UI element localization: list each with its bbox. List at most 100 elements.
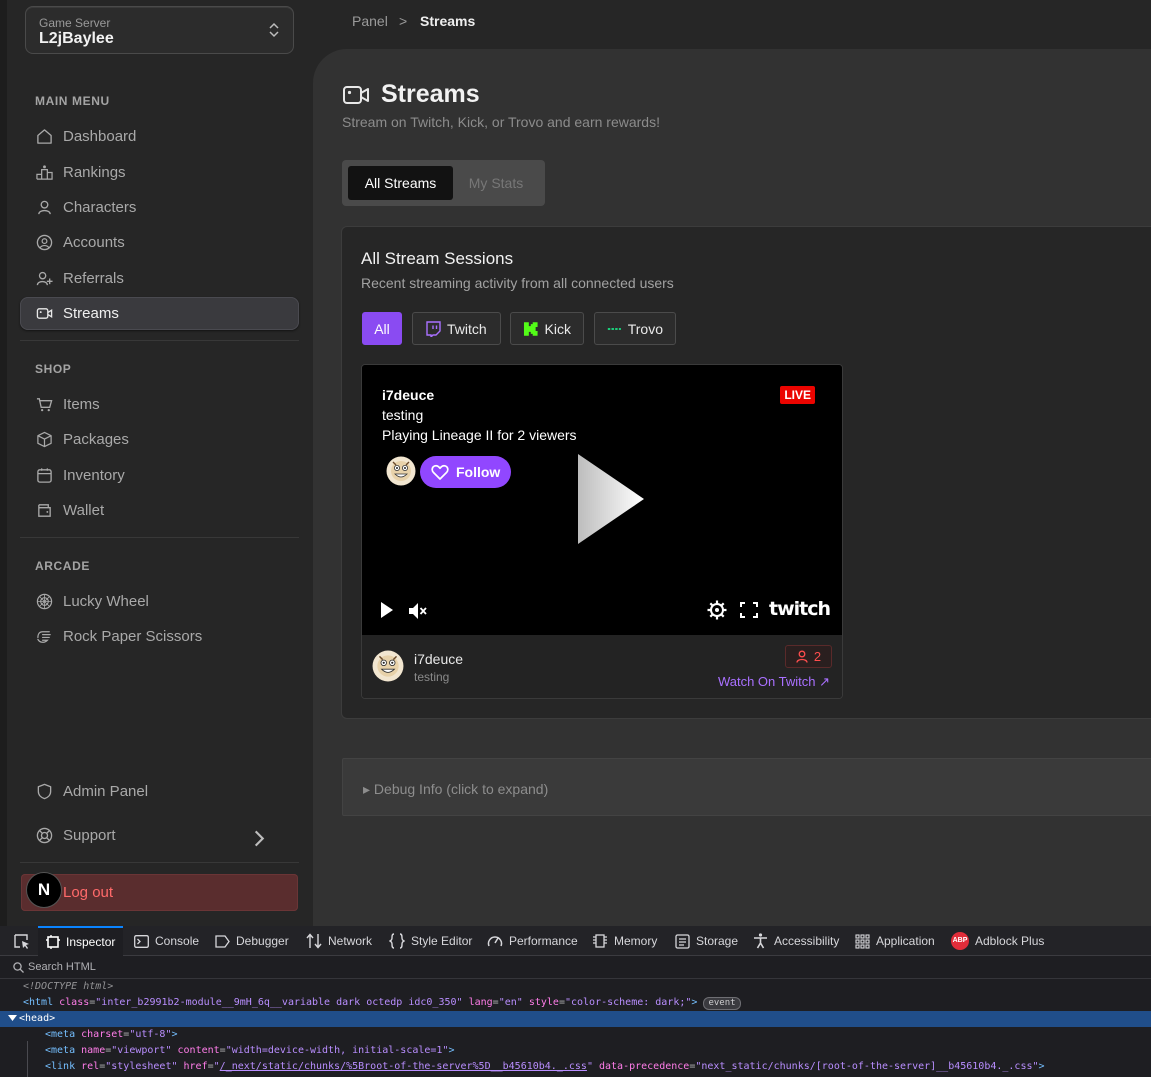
server-selector[interactable]: Game Server L2jBaylee <box>25 6 294 54</box>
watch-on-twitch-link[interactable]: Watch On Twitch ↗ <box>718 674 830 690</box>
filter-twitch-button[interactable]: Twitch <box>412 312 501 345</box>
sidebar-item-packages[interactable]: Packages <box>20 423 299 456</box>
devtools-tab-console[interactable]: Console <box>134 926 199 956</box>
attr-value: "width=device-width, initial-scale=1" <box>225 1045 449 1056</box>
devtools-tab-debugger[interactable]: Debugger <box>215 926 289 956</box>
sidebar-item-wallet[interactable]: Wallet <box>20 494 299 527</box>
chevron-up-down-icon <box>269 22 279 38</box>
play-large-icon[interactable] <box>576 452 646 546</box>
trovo-icon <box>607 327 621 330</box>
dom-node-link-stylesheet[interactable]: <link rel="stylesheet" href="/_next/stat… <box>0 1059 1151 1075</box>
sidebar-item-rock-paper-scissors[interactable]: Rock Paper Scissors <box>20 620 299 653</box>
video-icon <box>343 86 369 104</box>
style-editor-icon <box>389 933 405 949</box>
console-icon <box>134 934 149 948</box>
mute-icon[interactable] <box>408 602 428 620</box>
dom-node-html[interactable]: <html class="inter_b2991b2-module__9mH_6… <box>0 995 1151 1011</box>
sidebar-item-items[interactable]: Items <box>20 388 299 421</box>
sidebar-item-characters[interactable]: Characters <box>20 191 299 224</box>
divider <box>20 862 299 863</box>
network-icon <box>306 933 322 949</box>
divider <box>20 340 299 341</box>
filter-all-button[interactable]: All <box>362 312 402 345</box>
devtools-tab-accessibility[interactable]: Accessibility <box>753 926 839 956</box>
tab-my-stats[interactable]: My Stats <box>453 166 539 200</box>
stylesheet-link[interactable]: /_next/static/chunks/%5Broot-of-the-serv… <box>220 1061 587 1072</box>
filter-kick-button[interactable]: Kick <box>510 312 584 345</box>
streamer-avatar <box>372 650 404 682</box>
viewer-count: 2 <box>813 649 822 664</box>
attr-value: "stylesheet" <box>105 1061 178 1072</box>
sidebar-item-inventory[interactable]: Inventory <box>20 459 299 492</box>
stream-title: testing <box>414 670 450 684</box>
devtools-tab-network[interactable]: Network <box>306 926 372 956</box>
twitch-embed-player[interactable]: i7deuce testing Playing Lineage II for 2… <box>362 365 842 635</box>
devtools-tab-application[interactable]: Application <box>855 926 935 956</box>
card-title: All Stream Sessions <box>361 249 514 268</box>
event-badge[interactable]: event <box>703 997 741 1010</box>
follow-button[interactable]: Follow <box>420 456 511 488</box>
server-name: L2jBaylee <box>39 30 114 47</box>
sidebar-item-accounts[interactable]: Accounts <box>20 226 299 259</box>
storage-icon <box>675 933 690 949</box>
sidebar-item-label: Rock Paper Scissors <box>63 628 203 645</box>
devtools-tab-adblock-plus[interactable]: ABP Adblock Plus <box>951 926 1044 956</box>
dom-node-doctype[interactable]: <!DOCTYPE html> <box>0 979 1151 995</box>
attr-name: name <box>81 1045 106 1056</box>
fullscreen-icon[interactable] <box>740 602 758 618</box>
search-html-field[interactable]: Search HTML <box>0 957 1151 979</box>
element-picker-icon[interactable] <box>14 934 30 949</box>
hand-icon <box>37 631 51 643</box>
settings-gear-icon[interactable] <box>707 600 727 620</box>
sidebar-item-streams[interactable]: Streams <box>20 297 299 330</box>
search-icon <box>13 962 24 973</box>
devtools-tab-storage[interactable]: Storage <box>675 926 738 956</box>
devtools-tab-memory[interactable]: Memory <box>592 926 657 956</box>
sidebar-item-admin-panel[interactable]: Admin Panel <box>20 775 299 808</box>
debug-info-toggle[interactable]: ▸ Debug Info (click to expand) <box>342 758 1151 816</box>
tab-label: Console <box>155 934 200 948</box>
divider <box>20 537 299 538</box>
tab-label: Accessibility <box>774 934 840 948</box>
chevron-right-icon <box>254 830 265 847</box>
play-icon[interactable] <box>380 601 394 619</box>
dom-node-meta-viewport[interactable]: <meta name="viewport" content="width=dev… <box>0 1043 1151 1059</box>
adblock-plus-icon: ABP <box>951 932 969 950</box>
devtools-tab-inspector[interactable]: Inspector <box>38 926 124 956</box>
tab-label: Inspector <box>66 935 116 949</box>
tab-label: Debugger <box>236 934 289 948</box>
dom-node-meta-charset[interactable]: <meta charset="utf-8"> <box>0 1027 1151 1043</box>
section-main-menu: MAIN MENU <box>35 94 110 108</box>
attr-name: href <box>183 1061 208 1072</box>
view-tabs: All Streams My Stats <box>342 160 545 206</box>
devtools-tab-style-editor[interactable]: Style Editor <box>389 926 472 956</box>
streamer-avatar[interactable] <box>386 456 416 486</box>
podium-icon <box>36 165 53 180</box>
sidebar-item-label: Support <box>63 827 116 844</box>
attr-value: "next_static/chunks/[root-of-the-server]… <box>695 1061 1039 1072</box>
sidebar-item-label: Items <box>63 396 100 413</box>
nextjs-dev-indicator[interactable]: N <box>26 872 62 908</box>
sidebar-item-dashboard[interactable]: Dashboard <box>20 120 299 153</box>
sidebar-item-label: Referrals <box>63 270 124 287</box>
breadcrumb-panel-link[interactable]: Panel <box>352 13 388 29</box>
filter-trovo-button[interactable]: Trovo <box>594 312 676 345</box>
twitch-logo[interactable]: twitch <box>769 598 831 620</box>
tab-all-streams[interactable]: All Streams <box>348 166 453 200</box>
performance-icon <box>487 936 503 947</box>
lifebuoy-icon <box>36 827 53 844</box>
sidebar-item-rankings[interactable]: Rankings <box>20 156 299 189</box>
devtools-tab-performance[interactable]: Performance <box>487 926 578 956</box>
sidebar-item-lucky-wheel[interactable]: Lucky Wheel <box>20 585 299 618</box>
devtools-tabbar: Inspector Console Debugger Network Style… <box>0 926 1151 956</box>
tab-label: Adblock Plus <box>975 934 1045 948</box>
server-label: Game Server <box>39 16 111 30</box>
expand-triangle-icon[interactable] <box>8 1014 17 1022</box>
dom-node-head-selected[interactable]: <head> <box>0 1011 1151 1027</box>
section-arcade: ARCADE <box>35 559 90 573</box>
logout-button[interactable]: Log out <box>21 874 298 911</box>
sidebar-item-referrals[interactable]: Referrals <box>20 262 299 295</box>
tag-close: > <box>171 1029 178 1040</box>
sidebar-item-support[interactable]: Support <box>20 819 299 852</box>
embed-username[interactable]: i7deuce <box>382 387 434 403</box>
